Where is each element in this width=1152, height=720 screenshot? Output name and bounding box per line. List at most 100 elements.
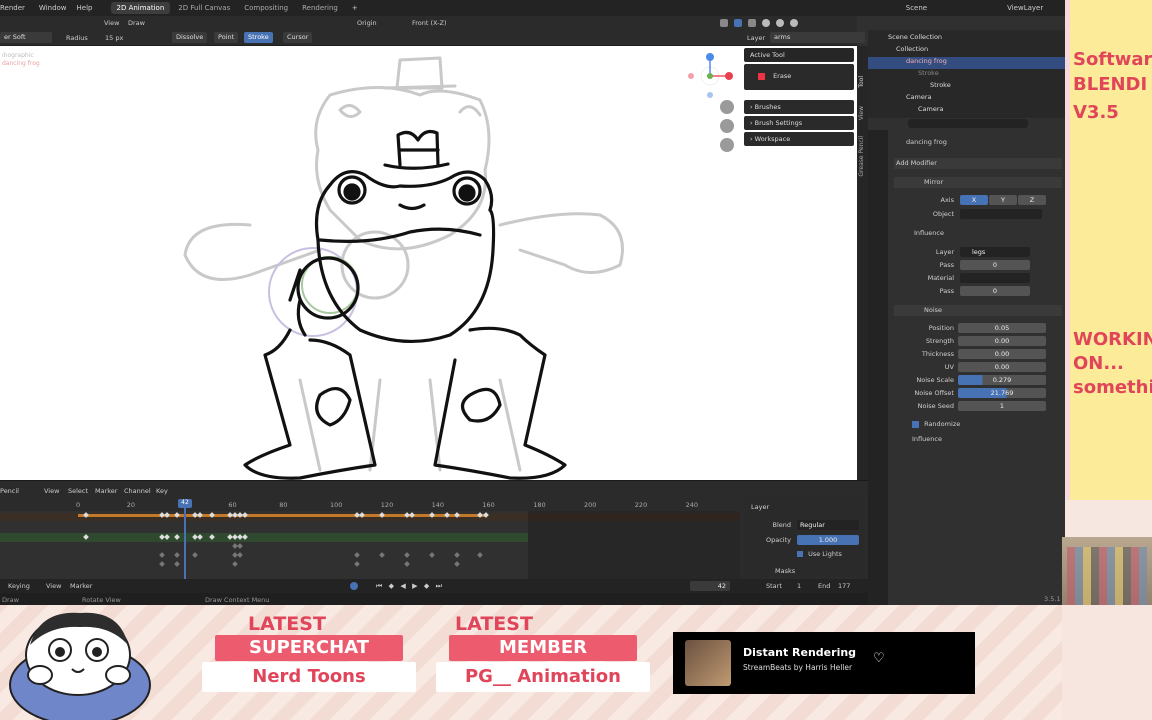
timeline-channel-menu[interactable]: Channel [124, 487, 151, 495]
origin-dropdown[interactable]: Origin [357, 19, 377, 27]
play-reverse-icon[interactable]: ◀ [400, 582, 405, 590]
noise-modifier-header[interactable]: Noise [894, 305, 1062, 316]
noise-uv-field[interactable]: 0.00 [958, 362, 1046, 372]
masks-subpanel[interactable]: Masks [775, 567, 795, 578]
view-orientation[interactable]: Front (X-Z) [412, 19, 447, 27]
axis-x-toggle[interactable]: X [960, 195, 988, 205]
keyframe-diamond[interactable] [192, 552, 198, 558]
tab-compositing[interactable]: Compositing [238, 2, 294, 14]
outliner-stroke[interactable]: Stroke [930, 81, 951, 93]
prev-key-icon[interactable]: ◆ [389, 582, 394, 590]
viewport-nav-buttons[interactable] [720, 100, 734, 152]
layer-panel-title[interactable]: Layer [751, 503, 769, 514]
add-modifier-button[interactable]: Add Modifier [894, 158, 1062, 169]
tab-view[interactable]: View [858, 106, 865, 120]
start-value[interactable]: 1 [797, 582, 801, 590]
radius-value[interactable]: 15 px [105, 34, 123, 42]
keyframe-diamond[interactable] [174, 561, 180, 567]
noise-noise-offset-field[interactable]: 21.769 [958, 388, 1046, 398]
frame-ruler[interactable]: 020406080100120140160180200220240 [0, 499, 740, 509]
pass-field[interactable]: 0 [960, 260, 1030, 270]
keyframe-diamond[interactable] [429, 552, 435, 558]
xray-icon[interactable] [748, 19, 756, 27]
timeline-key-menu[interactable]: Key [156, 487, 168, 495]
timeline-marker-menu[interactable]: Marker [95, 487, 117, 495]
pass2-field[interactable]: 0 [960, 286, 1030, 296]
randomize-checkbox[interactable]: Randomize [912, 420, 960, 431]
keyframe-diamond[interactable] [174, 552, 180, 558]
noise-noise-scale-field[interactable]: 0.279 [958, 375, 1046, 385]
workspace-panel[interactable]: › Workspace [744, 132, 854, 146]
tab-grease-pencil[interactable]: Grease Pencil [858, 136, 865, 177]
timeline-view-menu[interactable]: View [44, 487, 59, 495]
keyframe-diamond[interactable] [354, 552, 360, 558]
playhead[interactable] [184, 499, 186, 579]
keyframe-diamond[interactable] [404, 561, 410, 567]
menu-window[interactable]: Window [39, 4, 67, 12]
playhead-label[interactable]: 42 [178, 499, 192, 508]
brush-selector[interactable]: er Soft [0, 32, 52, 43]
outliner-scene-collection[interactable]: Scene Collection [888, 33, 942, 45]
add-workspace-button[interactable]: + [352, 4, 358, 12]
noise-thickness-field[interactable]: 0.00 [958, 349, 1046, 359]
view-menu[interactable]: View [104, 19, 119, 27]
record-button[interactable] [350, 582, 358, 590]
brushes-panel[interactable]: › Brushes [744, 100, 854, 114]
dissolve-toggle[interactable]: Dissolve [172, 32, 208, 43]
outliner-camera[interactable]: Camera [906, 93, 932, 105]
playback-view-menu[interactable]: View [46, 582, 61, 590]
keyframe-diamond[interactable] [237, 552, 243, 558]
active-tool-header[interactable]: Active Tool [744, 48, 854, 62]
heart-icon[interactable]: ♡ [873, 651, 885, 666]
use-lights-checkbox[interactable]: Use Lights [797, 550, 842, 561]
next-key-icon[interactable]: ◆ [424, 582, 429, 590]
keyframe-diamond[interactable] [237, 543, 243, 549]
properties-tabs[interactable] [868, 130, 888, 605]
timeline-select-menu[interactable]: Select [68, 487, 88, 495]
current-frame-field[interactable]: 42 [690, 581, 730, 591]
timeline-mode[interactable]: Pencil [0, 487, 19, 495]
keyframe-diamond[interactable] [454, 552, 460, 558]
noise-strength-field[interactable]: 0.00 [958, 336, 1046, 346]
jump-end-icon[interactable]: ⏭ [436, 582, 442, 590]
overlays-icon[interactable] [734, 19, 742, 27]
keyframe-diamond[interactable] [477, 552, 483, 558]
search-field[interactable] [908, 119, 1028, 128]
keyframe-diamond[interactable] [454, 561, 460, 567]
layer-field-mirror[interactable]: legs [960, 247, 1030, 257]
outliner-stroke-data[interactable]: Stroke [918, 69, 939, 81]
noise-noise-seed-field[interactable]: 1 [958, 401, 1046, 411]
playback-controls[interactable]: ⏮ ◆ ◀ ▶ ◆ ⏭ [376, 582, 442, 590]
tab-rendering[interactable]: Rendering [296, 2, 344, 14]
noise-position-field[interactable]: 0.05 [958, 323, 1046, 333]
play-icon[interactable]: ▶ [412, 582, 417, 590]
layer-selector[interactable]: arms [770, 32, 865, 43]
point-mode[interactable]: Point [214, 32, 239, 43]
keyframe-area[interactable] [0, 511, 740, 579]
opacity-slider[interactable]: 1.000 [797, 535, 859, 545]
keyframe-diamond[interactable] [404, 552, 410, 558]
menu-render[interactable]: Render [0, 4, 25, 12]
draw-menu[interactable]: Draw [128, 19, 145, 27]
stroke-mode[interactable]: Stroke [244, 32, 273, 43]
object-field[interactable] [960, 209, 1042, 219]
scene-selector[interactable]: Scene [906, 4, 927, 12]
outliner-camera-data[interactable]: Camera [918, 105, 944, 117]
blend-dropdown[interactable]: Regular [797, 520, 859, 530]
keying-menu[interactable]: Keying [8, 582, 30, 590]
navigation-gizmo[interactable] [688, 53, 733, 98]
keyframe-diamond[interactable] [354, 561, 360, 567]
material-field[interactable] [960, 273, 1030, 283]
jump-start-icon[interactable]: ⏮ [376, 582, 382, 590]
render-shading-icon[interactable] [790, 19, 798, 27]
keyframe-diamond[interactable] [159, 561, 165, 567]
outliner-collection[interactable]: Collection [896, 45, 928, 57]
drawing-viewport[interactable]: ıhographic dancing frog [0, 46, 857, 480]
axis-z-toggle[interactable]: Z [1018, 195, 1046, 205]
solid-shading-icon[interactable] [762, 19, 770, 27]
keyframe-diamond[interactable] [159, 552, 165, 558]
mirror-modifier-header[interactable]: Mirror [894, 177, 1062, 188]
keyframe-diamond[interactable] [379, 552, 385, 558]
influence-subpanel[interactable]: Influence [914, 229, 944, 240]
material-shading-icon[interactable] [776, 19, 784, 27]
